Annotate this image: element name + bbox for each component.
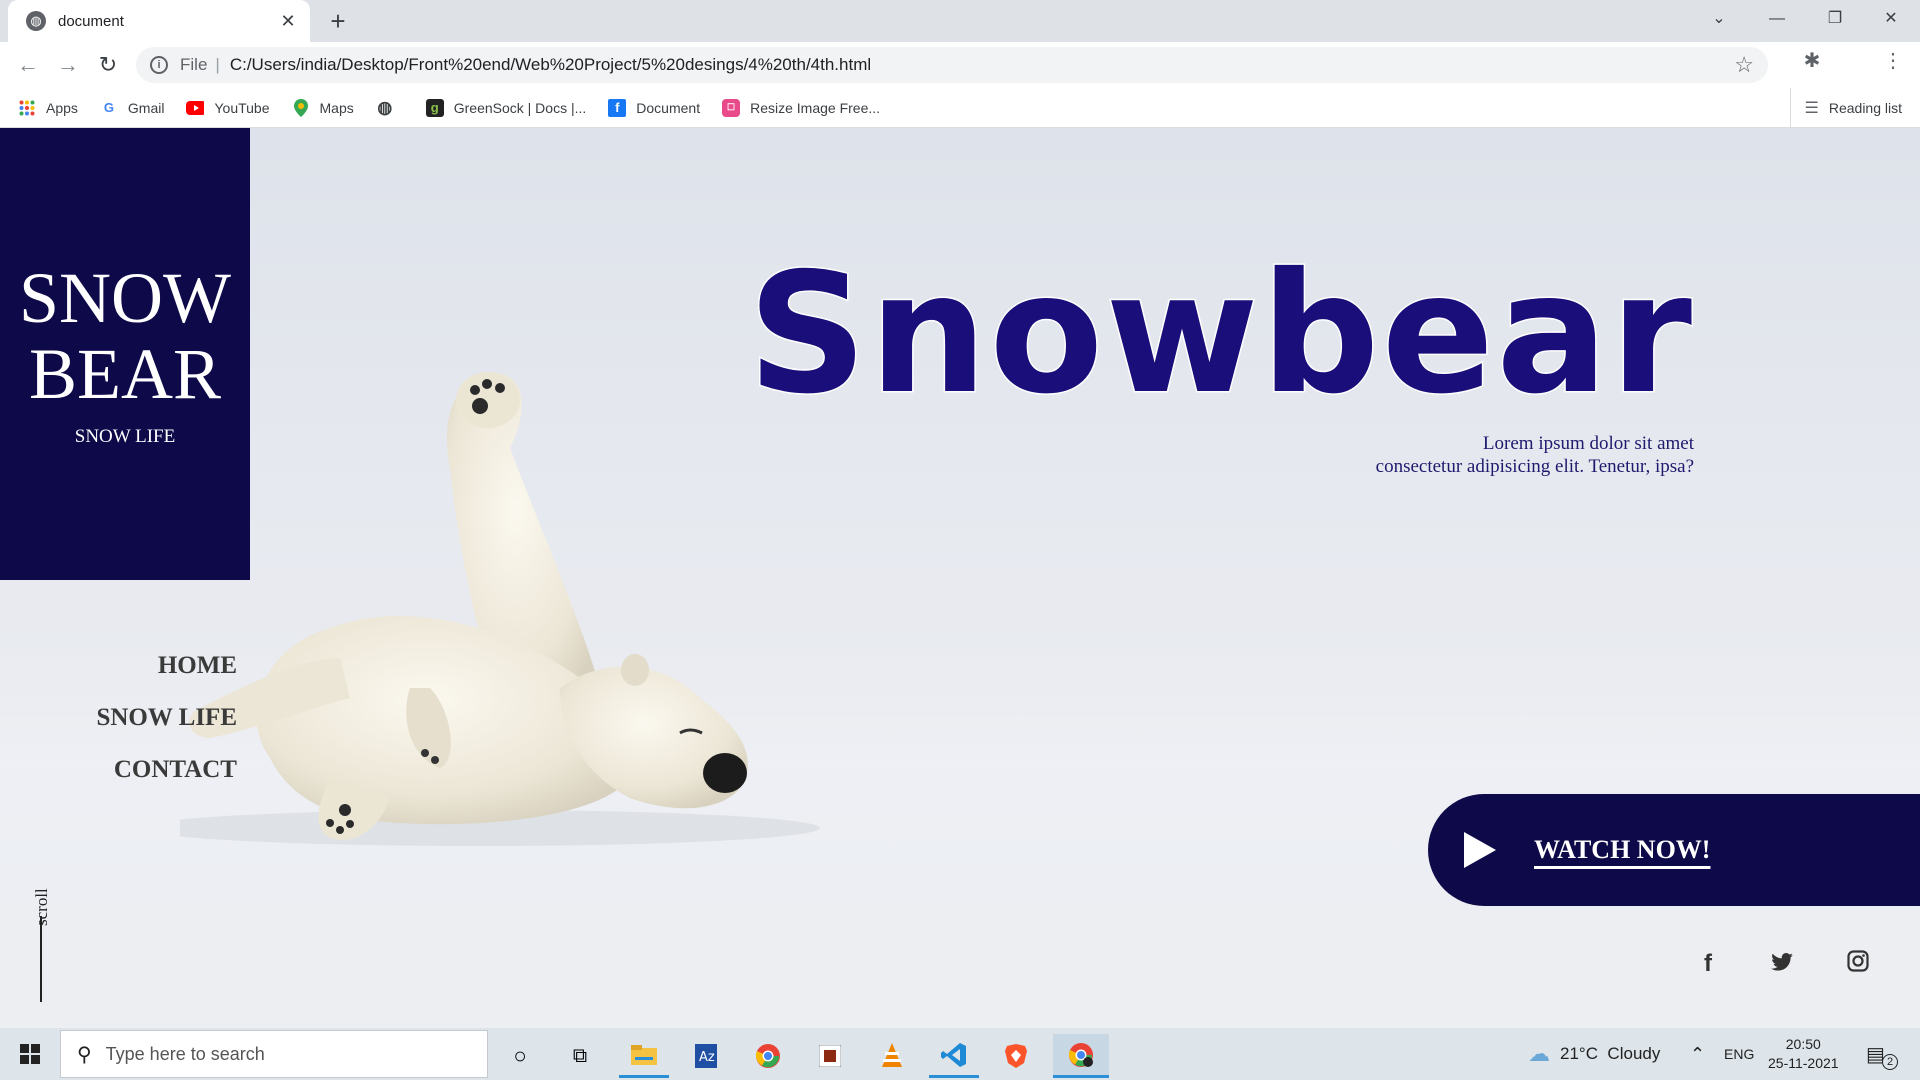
reading-list-button[interactable]: ☰ Reading list — [1789, 88, 1902, 128]
play-icon — [1464, 832, 1496, 868]
clock[interactable]: 20:50 25-11-2021 — [1768, 1028, 1839, 1080]
nav-snow-life[interactable]: SNOW LIFE — [96, 704, 237, 732]
scroll-label: scroll — [32, 888, 51, 926]
minimize-button[interactable]: — — [1748, 0, 1806, 40]
bookmark-label: Resize Image Free... — [750, 99, 881, 116]
site-logo[interactable]: SNOW BEAR SNOW LIFE — [0, 128, 250, 580]
bookmark-star-icon[interactable]: ☆ — [1734, 52, 1754, 78]
youtube-icon — [186, 99, 205, 117]
facebook-icon: f — [608, 98, 627, 117]
weather-widget[interactable]: ☁ 21°C Cloudy — [1528, 1028, 1660, 1080]
chrome-icon[interactable] — [743, 1034, 793, 1078]
maps-icon — [292, 98, 310, 117]
taskbar-search-placeholder: Type here to search — [105, 1043, 265, 1064]
polar-bear-image — [180, 372, 820, 846]
notification-center-button[interactable]: ▤ 2 — [1866, 1028, 1898, 1080]
language-indicator[interactable]: ENG — [1724, 1028, 1754, 1080]
vlc-icon[interactable] — [867, 1034, 917, 1078]
site-info-icon[interactable]: i — [150, 56, 168, 74]
close-window-button[interactable]: ✕ — [1862, 0, 1920, 40]
bookmark-label: YouTube — [214, 99, 270, 116]
url-text[interactable]: C:/Users/india/Desktop/Front%20end/Web%2… — [230, 55, 871, 75]
dictionary-app-icon[interactable]: Az — [681, 1034, 731, 1078]
chrome-active-icon[interactable] — [1053, 1034, 1109, 1078]
greensock-icon: g — [425, 98, 444, 117]
apps-grid-icon — [18, 99, 36, 117]
bookmark-resize-image[interactable]: ☐ Resize Image Free... — [722, 98, 881, 117]
bookmark-label: Maps — [319, 99, 354, 116]
notification-count: 2 — [1882, 1054, 1898, 1070]
bookmark-globe[interactable]: ◍ — [376, 97, 404, 117]
clock-date: 25-11-2021 — [1768, 1055, 1839, 1071]
reading-list-label: Reading list — [1828, 100, 1902, 116]
windows-start-icon[interactable] — [0, 1028, 60, 1080]
task-view-icon[interactable]: ⧉ — [555, 1034, 605, 1078]
google-icon: G — [103, 100, 114, 115]
twitter-icon[interactable] — [1762, 950, 1802, 978]
browser-tab-strip: ◍ document ✕ + ⌄ — ❐ ✕ — [0, 0, 1920, 42]
app-icon[interactable] — [805, 1034, 855, 1078]
bookmark-label: Document — [636, 99, 701, 116]
nav-contact[interactable]: CONTACT — [96, 756, 237, 784]
windows-taskbar: ⚲ Type here to search ○ ⧉ Az ☁ 21°C Clou… — [0, 1028, 1920, 1080]
nav-home[interactable]: HOME — [96, 652, 237, 680]
close-tab-icon[interactable]: ✕ — [276, 11, 300, 32]
cloud-icon: ☁ — [1528, 1041, 1550, 1066]
brave-icon[interactable] — [991, 1034, 1041, 1078]
watch-now-label: WATCH NOW! — [1534, 835, 1711, 864]
globe-icon: ◍ — [26, 11, 46, 31]
address-bar[interactable]: i File | C:/Users/india/Desktop/Front%20… — [136, 47, 1768, 83]
hero-description: Lorem ipsum dolor sit amet consectetur a… — [1376, 432, 1694, 478]
scroll-line — [40, 916, 42, 1002]
tab-search-icon[interactable]: ⌄ — [1690, 0, 1748, 40]
hero-desc-line-2: consectetur adipisicing elit. Tenetur, i… — [1375, 456, 1694, 477]
svg-text:Az: Az — [699, 1050, 715, 1065]
bookmark-document[interactable]: f Document — [608, 98, 701, 117]
forward-arrow-icon[interactable]: → — [48, 52, 88, 78]
bookmark-label: Apps — [46, 99, 78, 116]
instagram-icon[interactable] — [1838, 950, 1878, 979]
bookmark-greensock[interactable]: g GreenSock | Docs |... — [425, 98, 587, 117]
url-scheme: File — [180, 55, 208, 74]
logo-line-1: SNOW — [19, 258, 231, 338]
hero-desc-line-1: Lorem ipsum dolor sit amet — [1482, 433, 1694, 454]
globe-icon: ◍ — [377, 97, 393, 117]
scroll-indicator: scroll — [24, 864, 60, 1028]
bookmark-youtube[interactable]: YouTube — [186, 99, 270, 117]
resize-image-icon: ☐ — [722, 98, 741, 117]
logo-line-2: BEAR — [28, 334, 222, 414]
main-nav: HOME SNOW LIFE CONTACT — [96, 652, 237, 808]
url-separator: | — [215, 55, 220, 74]
browser-toolbar: ← → ↻ i File | C:/Users/india/Desktop/Fr… — [0, 42, 1920, 118]
hero-title: Snowbear — [746, 238, 1694, 431]
page-viewport: SNOW BEAR SNOW LIFE Snowbear Lorem ipsum… — [0, 128, 1920, 1028]
cortana-icon[interactable]: ○ — [495, 1034, 545, 1078]
file-explorer-icon[interactable] — [619, 1034, 669, 1078]
bookmark-label: GreenSock | Docs |... — [453, 99, 587, 116]
bookmarks-bar: Apps G Gmail YouTube Maps ◍ g GreenSock … — [0, 88, 1920, 128]
vscode-icon[interactable] — [929, 1034, 979, 1078]
weather-text: 21°C Cloudy — [1560, 1044, 1661, 1063]
bookmark-apps[interactable]: Apps — [18, 99, 78, 117]
search-icon: ⚲ — [77, 1043, 92, 1066]
extensions-icon[interactable]: ✱ — [1795, 48, 1829, 73]
new-tab-button[interactable]: + — [322, 6, 354, 38]
bookmark-maps[interactable]: Maps — [292, 98, 354, 117]
facebook-icon[interactable]: f — [1688, 950, 1728, 978]
watch-now-button[interactable]: WATCH NOW! — [1428, 794, 1920, 906]
show-hidden-icons-icon[interactable]: ⌃ — [1690, 1028, 1705, 1080]
reading-list-icon: ☰ — [1804, 100, 1819, 117]
taskbar-search-box[interactable]: ⚲ Type here to search — [60, 1030, 488, 1078]
restore-button[interactable]: ❐ — [1806, 0, 1864, 40]
bookmark-label: Gmail — [127, 99, 165, 116]
logo-tagline: SNOW LIFE — [74, 426, 176, 447]
browser-tab[interactable]: ◍ document ✕ — [8, 0, 310, 42]
tab-title: document — [58, 12, 124, 30]
menu-icon[interactable]: ⋮ — [1876, 48, 1910, 73]
reload-icon[interactable]: ↻ — [88, 52, 128, 78]
bookmark-gmail[interactable]: G Gmail — [100, 99, 165, 117]
back-arrow-icon[interactable]: ← — [8, 52, 48, 78]
clock-time: 20:50 — [1785, 1036, 1821, 1052]
